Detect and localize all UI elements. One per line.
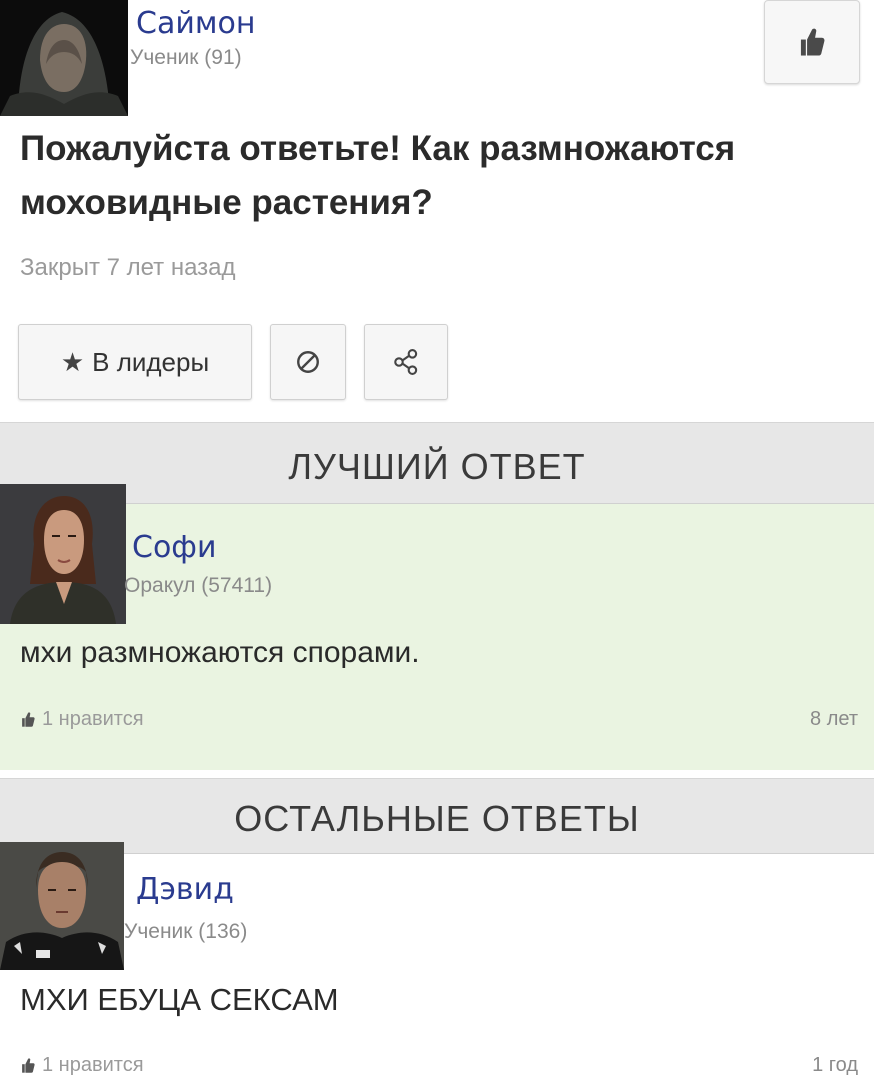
best-answer-header: ЛУЧШИЙ ОТВЕТ <box>0 422 874 504</box>
answer-like-button[interactable]: 1 нравится <box>20 1054 144 1077</box>
answer-author-rank: Ученик (136) <box>124 920 248 943</box>
best-answer-author-rank: Оракул (57411) <box>124 574 273 597</box>
share-icon <box>394 349 418 375</box>
thumbs-up-icon <box>22 712 35 727</box>
question-author-name[interactable]: Саймон <box>136 6 255 41</box>
question-title: Пожалуйста ответьте! Как размножаются мо… <box>20 129 736 222</box>
answer-item: Дэвид Ученик (136) МХИ ЕБУЦА СЕКСАМ 1 нр… <box>0 842 874 1080</box>
question-author-avatar[interactable] <box>0 0 128 116</box>
best-answer-like-button[interactable]: 1 нравится <box>20 708 144 731</box>
other-answers-header: ОСТАЛЬНЫЕ ОТВЕТЫ <box>0 778 874 854</box>
best-answer-age: 8 лет <box>810 708 858 730</box>
thumbs-up-icon <box>800 28 825 56</box>
best-answer-author-avatar[interactable] <box>0 484 126 624</box>
best-answer: Софи Оракул (57411) мхи размножаются спо… <box>0 484 874 770</box>
question-author-rank: Ученик (91) <box>130 46 242 69</box>
question-status: Закрыт 7 лет назад <box>20 254 236 281</box>
thumbs-up-icon <box>22 1058 35 1073</box>
report-button[interactable] <box>270 324 346 400</box>
hooded-figure-avatar-icon <box>0 0 128 116</box>
answer-page: Саймон Ученик (91) Пожалуйста ответьте! … <box>0 0 874 1080</box>
woman-avatar-icon <box>0 484 126 624</box>
like-question-button[interactable] <box>764 0 860 84</box>
share-button[interactable] <box>364 324 448 400</box>
ban-icon <box>297 351 319 373</box>
answer-author-name[interactable]: Дэвид <box>136 872 234 907</box>
best-answer-text: мхи размножаются спорами. <box>20 636 420 669</box>
add-to-leaders-label: В лидеры <box>92 346 210 377</box>
man-avatar-icon <box>0 842 124 970</box>
answer-text: МХИ ЕБУЦА СЕКСАМ <box>20 982 339 1017</box>
answer-author-avatar[interactable] <box>0 842 124 970</box>
question-header: Саймон Ученик (91) <box>0 0 874 118</box>
answer-age: 1 год <box>812 1054 858 1076</box>
add-to-leaders-button[interactable]: ★ В лидеры <box>18 324 252 400</box>
best-answer-author-name[interactable]: Софи <box>132 530 216 565</box>
answer-likes: 1 нравится <box>42 1054 144 1076</box>
best-answer-likes: 1 нравится <box>42 708 144 730</box>
star-icon: ★ <box>60 346 85 377</box>
